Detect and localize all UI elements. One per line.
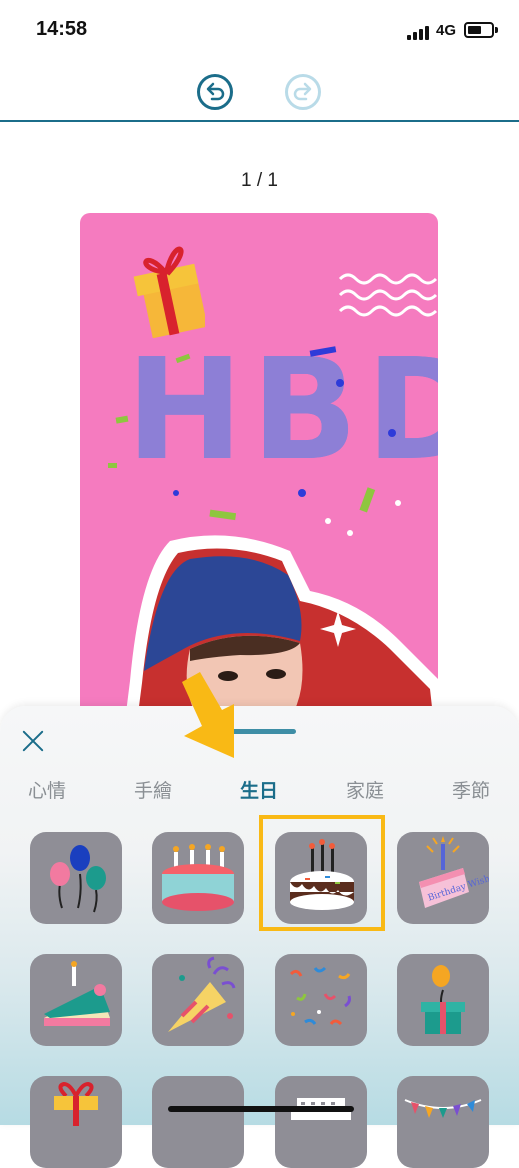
balloon-gift-icon [421, 965, 465, 1034]
tab-hand-drawn[interactable]: 手繪 [134, 776, 172, 803]
balloons-icon [50, 845, 106, 913]
page-counter: 1 / 1 [241, 170, 278, 191]
confetti-dots [108, 346, 401, 536]
cake-slice-icon [44, 961, 110, 1026]
waves-decoration [338, 273, 438, 317]
redo-button[interactable] [285, 74, 321, 110]
toolbar-divider [0, 120, 519, 122]
sticker-birthday-wishes[interactable]: Birthday Wishes [397, 832, 489, 924]
sticker-happy-birthday-text[interactable] [275, 1076, 367, 1168]
redo-icon [293, 82, 312, 101]
close-icon[interactable] [18, 726, 48, 756]
sticker-cake-slice[interactable] [30, 954, 122, 1046]
sticker-blank[interactable] [152, 1076, 244, 1168]
blank-sticker-icon [152, 1076, 244, 1168]
cake-candles-icon [162, 844, 234, 911]
tab-season[interactable]: 季節 [452, 776, 490, 803]
signal-icon [407, 24, 429, 40]
home-indicator[interactable] [168, 1106, 354, 1112]
birthday-wishes-cake-icon: Birthday Wishes [419, 836, 489, 908]
gift-icon [54, 1081, 98, 1126]
sticker-balloons[interactable] [30, 832, 122, 924]
bunting-icon [404, 1099, 482, 1118]
photo-sticker[interactable] [110, 531, 438, 733]
sticker-confetti[interactable] [275, 954, 367, 1046]
happy-birthday-text-icon [291, 1098, 351, 1120]
undo-icon [206, 82, 225, 101]
sticker-bunting[interactable] [397, 1076, 489, 1168]
sticker-party-horn[interactable] [152, 954, 244, 1046]
selection-highlight [259, 815, 385, 931]
sticker-cake-candles[interactable] [152, 832, 244, 924]
gift-sticker-icon[interactable] [125, 228, 205, 338]
party-horn-icon [168, 956, 236, 1032]
battery-icon [464, 22, 494, 38]
battery-tip [495, 27, 498, 33]
tab-mood[interactable]: 心情 [28, 776, 66, 803]
pointer-arrow [182, 672, 234, 758]
sticker-balloon-gift[interactable] [397, 954, 489, 1046]
status-time: 14:58 [36, 18, 88, 40]
undo-button[interactable] [197, 74, 233, 110]
card-preview[interactable]: HBD [80, 213, 438, 733]
tab-birthday[interactable]: 生日 [240, 776, 278, 803]
sticker-gift[interactable] [30, 1076, 122, 1168]
confetti-icon [289, 966, 351, 1026]
tab-family[interactable]: 家庭 [346, 776, 384, 803]
network-label: 4G [436, 22, 457, 39]
